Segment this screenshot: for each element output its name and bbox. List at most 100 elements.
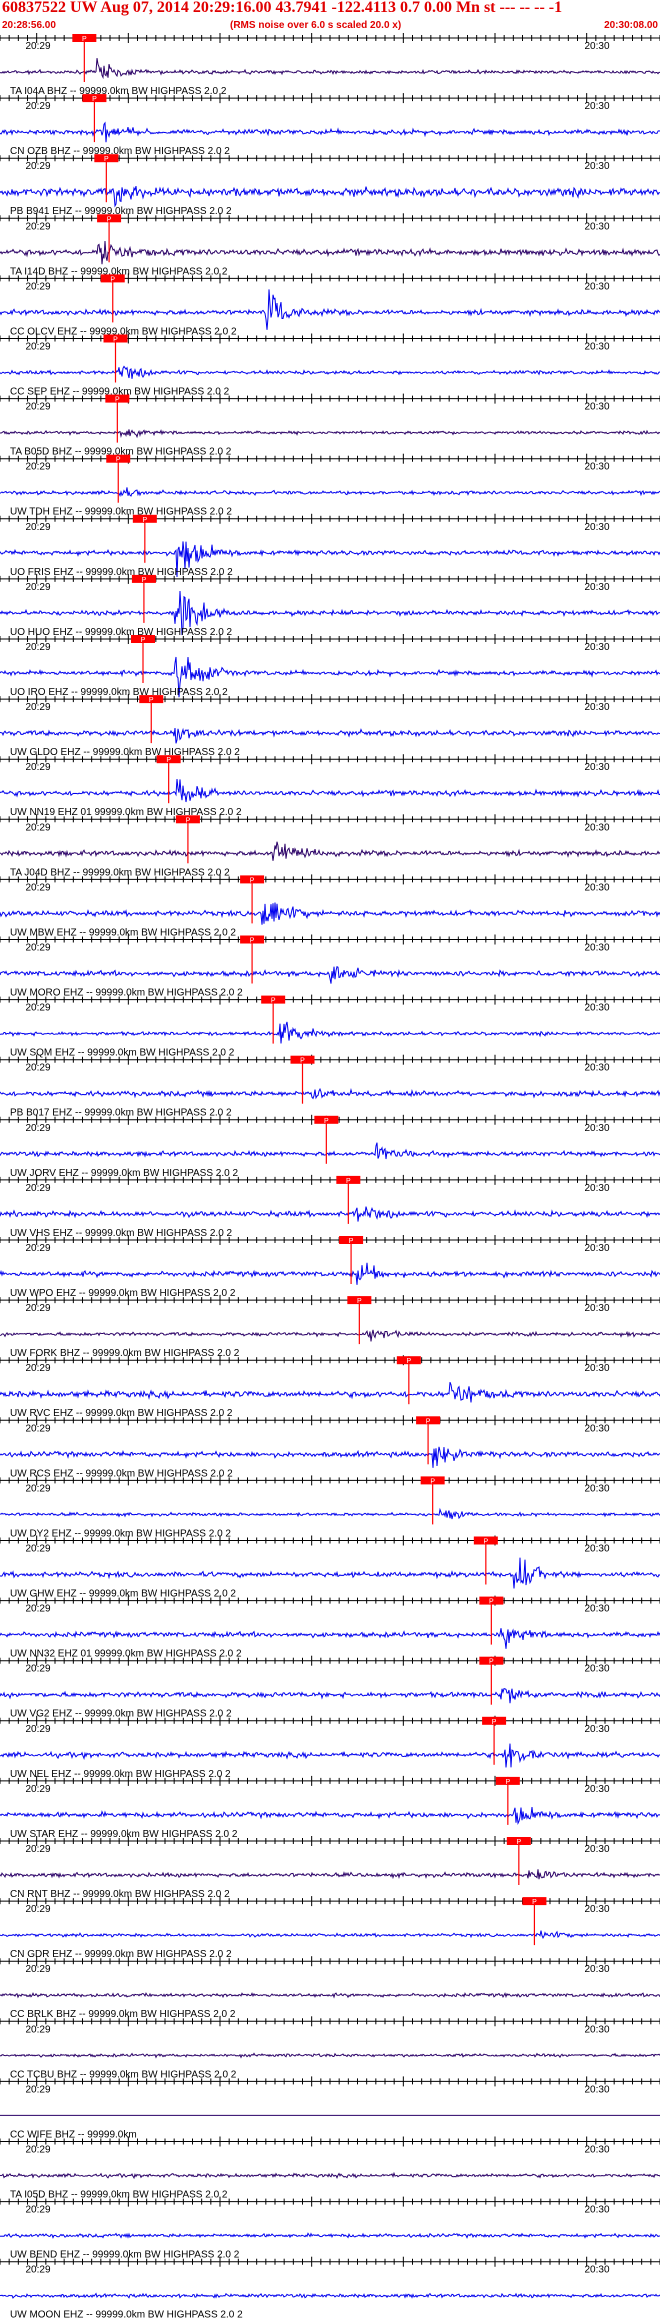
channel-label: CN RNT BHZ -- 99999.0km BW HIGHPASS 2.0 … <box>10 1889 230 1900</box>
channel-label: UW MOON EHZ -- 99999.0km BW HIGHPASS 2.0… <box>10 2310 243 2318</box>
tick-label-left: 20:29 <box>25 1303 50 1314</box>
tick-label-right: 20:30 <box>584 2265 609 2276</box>
p-pick-label: P <box>483 1539 488 1546</box>
tick-label-right: 20:30 <box>584 702 609 713</box>
start-time-label: 20:28:56.00 <box>2 20 56 31</box>
tick-label-left: 20:29 <box>25 1363 50 1374</box>
p-pick-label: P <box>516 1839 521 1846</box>
tick-label-left: 20:29 <box>25 41 50 52</box>
tick-label-left: 20:29 <box>25 1784 50 1795</box>
tick-label-right: 20:30 <box>584 1544 609 1555</box>
tick-label-right: 20:30 <box>584 943 609 954</box>
channel-label: UW NN32 EHZ 01 99999.0km BW HIGHPASS 2.0… <box>10 1649 242 1660</box>
channel-label: UW BEND EHZ -- 99999.0km BW HIGHPASS 2.0… <box>10 2250 240 2261</box>
tick-label-left: 20:29 <box>25 1964 50 1975</box>
tick-label-left: 20:29 <box>25 1183 50 1194</box>
channel-label: UW RCS EHZ -- 99999.0km BW HIGHPASS 2.0 … <box>10 1468 233 1479</box>
waveform-trace <box>0 1262 660 1285</box>
tick-label-right: 20:30 <box>584 101 609 112</box>
waveform-trace <box>0 1687 660 1704</box>
tick-label-right: 20:30 <box>584 1664 609 1675</box>
waveform-trace <box>0 1992 660 1999</box>
tick-label-left: 20:29 <box>25 1844 50 1855</box>
tick-label-left: 20:29 <box>25 2084 50 2095</box>
tick-label-left: 20:29 <box>25 642 50 653</box>
tick-label-left: 20:29 <box>25 822 50 833</box>
tick-label-left: 20:29 <box>25 582 50 593</box>
waveform-trace <box>0 121 660 143</box>
tick-label-left: 20:29 <box>25 762 50 773</box>
tick-label-left: 20:29 <box>25 221 50 232</box>
rms-note: (RMS noise over 6.0 s scaled 20.0 x) <box>230 20 402 31</box>
channel-label: UO FRIS EHZ -- 99999.0km BW HIGHPASS 2.0… <box>10 567 233 578</box>
p-pick-label: P <box>489 1599 494 1606</box>
waveform-trace <box>0 1557 660 1589</box>
waveform-trace <box>0 2292 660 2299</box>
p-pick-label: P <box>505 1779 510 1786</box>
p-pick-label: P <box>166 757 171 764</box>
tick-label-right: 20:30 <box>584 2145 609 2156</box>
channel-label: CN GDR EHZ -- 99999.0km BW HIGHPASS 2.0 … <box>10 1949 232 1960</box>
waveform-trace <box>0 1743 660 1768</box>
p-pick-label: P <box>250 938 255 945</box>
p-pick-label: P <box>107 216 112 223</box>
waveform-trace <box>0 58 660 80</box>
tick-label-left: 20:29 <box>25 101 50 112</box>
tick-label-right: 20:30 <box>584 2084 609 2095</box>
channel-label: UW JORV EHZ -- 99999.0km BW HIGHPASS 2.0… <box>10 1168 238 1179</box>
tick-label-left: 20:29 <box>25 1664 50 1675</box>
waveform-trace <box>0 965 660 984</box>
tick-label-left: 20:29 <box>25 1544 50 1555</box>
channel-label: UW NN19 EHZ 01 99999.0km BW HIGHPASS 2.0… <box>10 807 242 818</box>
p-pick-label: P <box>149 697 154 704</box>
tick-label-left: 20:29 <box>25 522 50 533</box>
channel-label: CN OZB BHZ -- 99999.0km BW HIGHPASS 2.0 … <box>10 146 230 157</box>
channel-label: PB B017 EHZ -- 99999.0km BW HIGHPASS 2.0… <box>10 1108 232 1119</box>
tick-label-right: 20:30 <box>584 1724 609 1735</box>
waveform-trace <box>0 1142 660 1160</box>
waveform-trace <box>0 1087 660 1100</box>
waveform-trace <box>0 778 660 803</box>
channel-label: UW NEL EHZ -- 99999.0km BW HIGHPASS 2.0 … <box>10 1769 231 1780</box>
waveform-trace <box>0 1329 660 1342</box>
tick-label-right: 20:30 <box>584 221 609 232</box>
waveform-trace <box>0 1021 660 1044</box>
tick-label-left: 20:29 <box>25 1604 50 1615</box>
tick-label-right: 20:30 <box>584 1363 609 1374</box>
tick-label-left: 20:29 <box>25 342 50 353</box>
tick-label-right: 20:30 <box>584 582 609 593</box>
tick-label-left: 20:29 <box>25 1243 50 1254</box>
tick-label-left: 20:29 <box>25 882 50 893</box>
channel-label: UW MORO EHZ -- 99999.0km BW HIGHPASS 2.0… <box>10 988 243 999</box>
p-pick-label: P <box>300 1058 305 1065</box>
tick-label-right: 20:30 <box>584 1784 609 1795</box>
p-pick-label: P <box>110 276 115 283</box>
tick-label-right: 20:30 <box>584 342 609 353</box>
channel-label: UW VG2 EHZ -- 99999.0km BW HIGHPASS 2.0 … <box>10 1709 232 1720</box>
p-pick-label: P <box>82 36 87 43</box>
channel-label: TA J04D BHZ -- 99999.0km BW HIGHPASS 2.0… <box>10 867 230 878</box>
channel-label: UW TDH EHZ -- 99999.0km BW HIGHPASS 2.0 … <box>10 507 232 518</box>
tick-label-left: 20:29 <box>25 1423 50 1434</box>
channel-label: UW MBW EHZ -- 99999.0km BW HIGHPASS 2.0 … <box>10 927 236 938</box>
waveform-trace <box>0 429 660 439</box>
p-pick-label: P <box>430 1478 435 1485</box>
tick-label-right: 20:30 <box>584 1123 609 1134</box>
tick-label-left: 20:29 <box>25 943 50 954</box>
tick-label-right: 20:30 <box>584 762 609 773</box>
tick-label-left: 20:29 <box>25 281 50 292</box>
p-pick-label: P <box>116 457 121 464</box>
p-pick-label: P <box>142 577 147 584</box>
tick-label-right: 20:30 <box>584 1063 609 1074</box>
tick-label-right: 20:30 <box>584 1183 609 1194</box>
tick-label-right: 20:30 <box>584 522 609 533</box>
waveform-trace <box>0 1869 660 1880</box>
tick-label-right: 20:30 <box>584 1604 609 1615</box>
p-pick-label: P <box>271 998 276 1005</box>
channel-label: UO HUO EHZ -- 99999.0km BW HIGHPASS 2.0 … <box>10 627 233 638</box>
tick-label-right: 20:30 <box>584 822 609 833</box>
channel-label: UW STAR EHZ -- 99999.0km BW HIGHPASS 2.0… <box>10 1829 238 1840</box>
waveform-trace <box>0 365 660 379</box>
tick-label-left: 20:29 <box>25 702 50 713</box>
p-pick-label: P <box>142 517 147 524</box>
